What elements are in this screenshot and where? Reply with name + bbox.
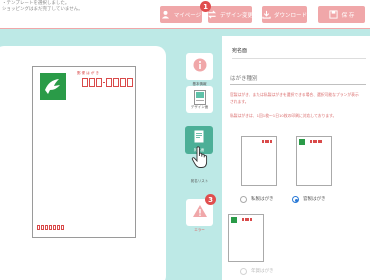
nav-address-list-label: 宛名リスト [190,179,209,183]
official-postcard-radio[interactable] [292,196,299,203]
mypage-button[interactable]: マイページ [160,6,202,23]
download-label: ダウンロード [274,12,308,19]
private-postcard-label: 私製はがき [251,197,274,202]
save-label: 保 存 [341,12,355,19]
postcard-preview[interactable]: 郵 便 は が き [32,66,136,238]
switch-design-button[interactable]: デザイン変更 [207,6,254,23]
private-postcard-thumbnail[interactable] [241,136,277,186]
postcard-type-description: 官製はがき、または私製はがきを選択できる場合、選択可能なプランが表示されます。 [230,92,359,104]
save-button[interactable]: 保 存 [318,6,365,23]
panel-title: 宛名面 [232,48,248,54]
official-postcard-thumbnail[interactable] [296,136,332,186]
save-icon [329,10,339,20]
toolbar-divider [0,28,370,29]
section-title: はがき種別 [230,76,258,82]
address-card-icon [194,128,204,147]
info-icon [193,57,207,76]
new-year-postcard-radio[interactable] [240,268,247,275]
official-postcard-label: 官製はがき [303,197,326,202]
postal-code-boxes [82,78,133,87]
nav-basic-info[interactable]: 基本情報 [184,53,215,87]
private-postcard-note: 私製はがきは、1回1枚～1日10枚の印刷に対応しております。 [230,113,337,118]
sender-postal-boxes [37,225,64,230]
notice-line-2: ショッピングはまだ完了していません。 [2,7,83,12]
error-count-badge: 3 [205,194,216,205]
nav-design-side-label: デザイン面 [190,105,209,109]
download-button[interactable]: ダウンロード [262,6,307,23]
section-divider [230,84,366,85]
nav-icon-box [186,53,213,80]
nav-design-side[interactable]: デザイン面 [184,86,215,113]
private-postcard-radio[interactable] [240,196,247,203]
stamp-image [40,73,66,100]
nav-address-list[interactable]: 宛名リスト [184,164,215,184]
warning-icon [192,203,208,222]
download-icon [262,10,271,20]
top-toolbar: ・テンプレートを選択しました。 ショッピングはまだ完了していません。 マイページ… [0,0,370,28]
user-icon [161,10,171,20]
template-notice: ・テンプレートを選択しました。 ショッピングはまだ完了していません。 [2,1,83,13]
nav-error-label: エラー [194,228,205,232]
new-year-postcard-thumbnail[interactable] [228,214,264,262]
mypage-label: マイページ [173,12,202,19]
step-badge-1: 1 [200,1,211,12]
new-year-postcard-label: 年賀はがき [251,269,274,274]
switch-design-label: デザイン変更 [220,12,254,19]
postcard-header: 郵 便 は が き [77,71,99,75]
title-divider [232,58,366,59]
address-settings-panel: 宛名面 はがき種別 官製はがき、または私製はがきを選択できる場合、選択可能なプラ… [222,36,370,280]
